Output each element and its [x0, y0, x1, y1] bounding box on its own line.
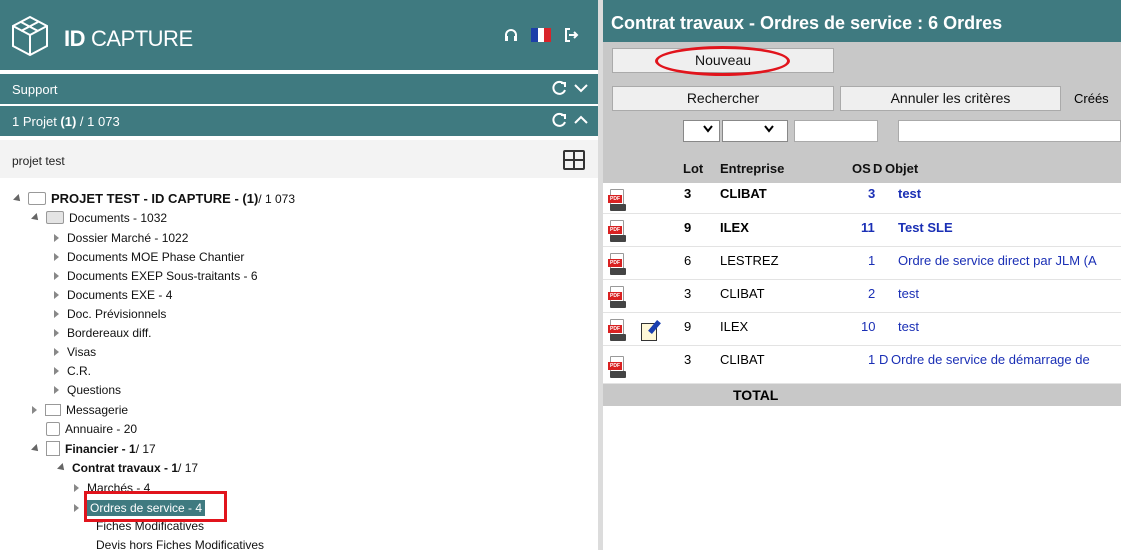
- total-label: TOTAL: [733, 387, 779, 403]
- tree-item-doc[interactable]: Questions: [54, 380, 121, 399]
- collapsed-arrow-icon: [74, 483, 79, 492]
- pdf-icon[interactable]: PDF: [608, 220, 626, 242]
- envelope-icon: [45, 403, 61, 416]
- tree-item-doc[interactable]: Bordereaux diff.: [54, 323, 152, 342]
- project-search-input[interactable]: projet test: [12, 154, 65, 168]
- chevron-down-icon[interactable]: [572, 79, 590, 97]
- expand-icon[interactable]: [57, 462, 67, 473]
- document-list-icon: [46, 441, 60, 456]
- chevron-down-icon: [702, 125, 713, 133]
- edit-document-icon[interactable]: [641, 320, 661, 341]
- expand-icon[interactable]: [13, 193, 23, 204]
- expand-icon[interactable]: [31, 212, 41, 223]
- col-os[interactable]: OS: [852, 161, 871, 176]
- folder-open-icon: [46, 211, 64, 224]
- table-row[interactable]: PDF 3 CLIBAT 2 test: [603, 280, 1121, 313]
- collapsed-arrow-icon: [54, 290, 59, 299]
- chevron-down-icon: [764, 125, 774, 133]
- tree-documents[interactable]: Documents - 1032: [31, 208, 167, 227]
- col-entreprise[interactable]: Entreprise: [720, 161, 784, 176]
- calculator-icon[interactable]: [563, 150, 585, 170]
- tree-financier[interactable]: Financier - 1 / 17: [31, 439, 156, 458]
- search-button[interactable]: Rechercher: [612, 86, 834, 111]
- page-title: Contrat travaux - Ordres de service : 6 …: [603, 0, 1121, 42]
- project-count: 1 Projet (1) / 1 073: [12, 114, 120, 129]
- tree-item-doc[interactable]: Doc. Prévisionnels: [54, 304, 166, 323]
- created-label: Créés: [1074, 91, 1109, 106]
- right-panel: Contrat travaux - Ordres de service : 6 …: [603, 0, 1121, 550]
- collapsed-arrow-icon: [54, 271, 59, 280]
- total-row: TOTAL: [603, 384, 1121, 406]
- tree-annuaire[interactable]: Annuaire - 20: [46, 419, 137, 438]
- tree-item-doc[interactable]: Documents EXE - 4: [54, 285, 172, 304]
- left-panel: IDCAPTURE Support 1 Projet (1) / 1 073: [0, 0, 598, 550]
- table-row[interactable]: PDF 6 LESTREZ 1 Ordre de service direct …: [603, 247, 1121, 280]
- project-bar[interactable]: 1 Projet (1) / 1 073: [0, 106, 598, 136]
- brand-name: ID CAPTURE: [64, 26, 193, 51]
- support-label: Support: [12, 82, 58, 97]
- contact-card-icon: [46, 421, 60, 436]
- tree-item-doc[interactable]: Documents MOE Phase Chantier: [54, 247, 244, 266]
- expand-icon[interactable]: [31, 443, 41, 454]
- id-capture-logo: [12, 15, 48, 57]
- pdf-icon[interactable]: PDF: [608, 253, 626, 275]
- table-row[interactable]: PDF 3 CLIBAT 1 D Ordre de service de dém…: [603, 346, 1121, 384]
- collapsed-arrow-icon: [32, 405, 37, 414]
- entreprise-filter-select[interactable]: [722, 120, 788, 142]
- collapsed-arrow-icon: [74, 503, 79, 512]
- clear-criteria-button[interactable]: Annuler les critères: [840, 86, 1061, 111]
- collapsed-arrow-icon: [54, 385, 59, 394]
- collapsed-arrow-icon: [54, 347, 59, 356]
- col-d[interactable]: D: [873, 161, 882, 176]
- col-objet[interactable]: Objet: [885, 161, 918, 176]
- tree-devis[interactable]: Devis hors Fiches Modificatives: [96, 535, 264, 550]
- col-lot[interactable]: Lot: [683, 161, 703, 176]
- collapsed-arrow-icon: [54, 328, 59, 337]
- objet-filter-input[interactable]: [898, 120, 1121, 142]
- table-row[interactable]: PDF 3 CLIBAT 3 test: [603, 183, 1121, 214]
- tree-root[interactable]: PROJET TEST - ID CAPTURE - (1) / 1 073: [13, 189, 295, 208]
- pdf-icon[interactable]: PDF: [608, 356, 626, 378]
- os-filter-input[interactable]: [794, 120, 878, 142]
- tree-item-doc[interactable]: Visas: [54, 342, 96, 361]
- logout-icon[interactable]: [563, 27, 579, 43]
- refresh-icon[interactable]: [550, 79, 568, 97]
- header-icons: [503, 27, 579, 43]
- pdf-icon[interactable]: PDF: [608, 319, 626, 341]
- flag-fr-icon[interactable]: [531, 28, 552, 42]
- refresh-icon[interactable]: [550, 111, 568, 129]
- table-row[interactable]: PDF 9 ILEX 10 test: [603, 313, 1121, 346]
- headset-icon[interactable]: [503, 27, 519, 43]
- lot-filter-select[interactable]: [683, 120, 720, 142]
- tree-messagerie[interactable]: Messagerie: [32, 400, 128, 419]
- brand-header: ID CAPTURE: [0, 0, 598, 70]
- table-row[interactable]: PDF 9 ILEX 11 Test SLE: [603, 214, 1121, 247]
- toolbar: Nouveau Rechercher Annuler les critères …: [603, 42, 1121, 147]
- chevron-up-icon[interactable]: [572, 111, 590, 129]
- collapsed-arrow-icon: [54, 252, 59, 261]
- tree-item-doc[interactable]: Dossier Marché - 1022: [54, 228, 188, 247]
- tree-item-doc[interactable]: C.R.: [54, 361, 91, 380]
- pdf-icon[interactable]: PDF: [608, 286, 626, 308]
- collapsed-arrow-icon: [54, 233, 59, 242]
- pdf-icon[interactable]: PDF: [608, 189, 626, 211]
- table-header: Lot Entreprise OS D Objet: [603, 147, 1121, 183]
- collapsed-arrow-icon: [54, 366, 59, 375]
- project-search-row[interactable]: projet test: [0, 140, 598, 178]
- collapsed-arrow-icon: [54, 309, 59, 318]
- tree-item-doc[interactable]: Documents EXEP Sous-traitants - 6: [54, 266, 258, 285]
- folder-icon: [28, 192, 46, 205]
- support-bar[interactable]: Support: [0, 74, 598, 104]
- selection-highlight-box: [84, 491, 227, 522]
- new-button-highlight: [655, 46, 790, 76]
- tree-contrat-travaux[interactable]: Contrat travaux - 1 / 17: [57, 458, 198, 477]
